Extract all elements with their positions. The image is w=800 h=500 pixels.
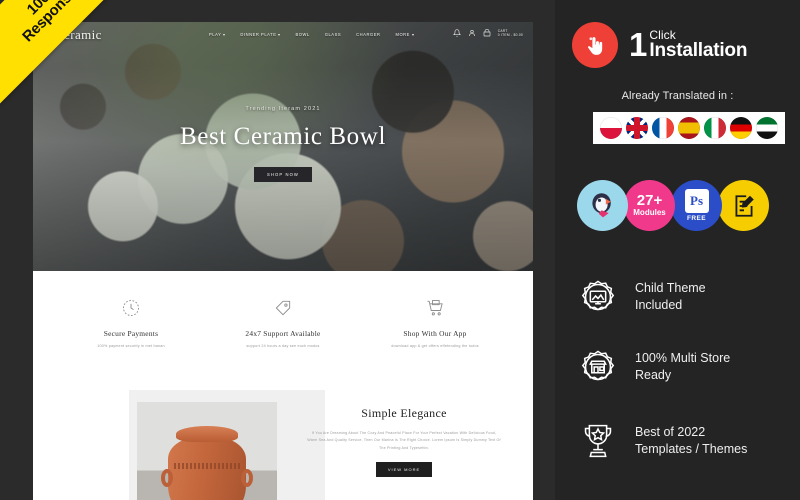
feature-title: Shop With Our App — [403, 329, 467, 338]
flag-germany — [730, 117, 752, 139]
screenshot-root: Ceramic PLAY DINNER PLATE BOWL GLASS CHA… — [0, 0, 800, 500]
info-line-1: Child Theme — [635, 281, 706, 296]
bell-icon[interactable] — [452, 29, 461, 37]
one-click-text-block: 1 Click Installation — [629, 26, 747, 64]
one-click-labels: Click Installation — [649, 29, 747, 62]
feature-subtitle: download app & get offers effetending th… — [391, 344, 479, 348]
flags-container — [593, 112, 785, 144]
features-panel: 1 Click Installation Already Translated … — [555, 0, 800, 500]
header-icon-group: CART 0 ITEM - $0.00 — [452, 29, 523, 37]
cart-icon[interactable] — [483, 29, 491, 37]
info-row-multi-store: 100% Multi Store Ready — [575, 344, 730, 390]
info-line-2: Included — [635, 298, 683, 312]
site-header: Ceramic PLAY DINNER PLATE BOWL GLASS CHA… — [33, 22, 533, 52]
translated-label: Already Translated in : — [621, 90, 734, 102]
cart-total: 0 ITEM - $0.00 — [497, 33, 523, 38]
nav-item-play[interactable]: PLAY — [209, 32, 226, 37]
multi-store-badge-icon — [575, 344, 621, 390]
feature-subtitle: 100% payment security in met banan — [97, 344, 165, 348]
section-title: Simple Elegance — [361, 406, 447, 420]
info-row-best-of-2022: Best of 2022 Templates / Themes — [575, 418, 747, 464]
support-clock-icon — [55, 295, 207, 321]
photoshop-free-badge: Ps FREE — [671, 180, 722, 231]
simple-elegance-copy: Simple Elegance If You Are Dreaming Abou… — [301, 406, 507, 478]
nav-item-dinner-plate[interactable]: DINNER PLATE — [240, 32, 281, 37]
free-label: FREE — [687, 215, 706, 222]
flag-poland — [600, 117, 622, 139]
pot-handle-right — [241, 469, 253, 488]
info-text: Child Theme Included — [635, 280, 706, 314]
main-navigation: PLAY DINNER PLATE BOWL GLASS CHARGER MOR… — [209, 32, 414, 37]
nav-item-more[interactable]: MORE — [395, 32, 414, 37]
modules-label: Modules — [633, 207, 666, 217]
chevron-down-icon — [411, 33, 414, 36]
flag-uae — [756, 117, 778, 139]
chevron-down-icon — [223, 33, 226, 36]
feature-title: Secure Payments — [103, 329, 159, 338]
tag-icon — [207, 295, 359, 321]
hero-title: Best Ceramic Bowl — [179, 123, 386, 150]
hero-section: Ceramic PLAY DINNER PLATE BOWL GLASS CHA… — [33, 22, 533, 271]
chevron-down-icon — [278, 33, 281, 36]
info-line-2: Templates / Themes — [635, 442, 748, 456]
site-preview-panel: Ceramic PLAY DINNER PLATE BOWL GLASS CHA… — [0, 0, 555, 500]
info-text: 100% Multi Store Ready — [635, 350, 730, 384]
feature-secure-payments: Secure Payments 100% payment security in… — [55, 295, 207, 396]
website-mockup: Ceramic PLAY DINNER PLATE BOWL GLASS CHA… — [33, 22, 533, 500]
cart-summary[interactable]: CART 0 ITEM - $0.00 — [498, 29, 523, 37]
simple-elegance-section: Simple Elegance If You Are Dreaming Abou… — [33, 390, 533, 500]
feature-support: 24x7 Support Available support 24 hours … — [207, 295, 359, 396]
info-row-child-theme: Child Theme Included — [575, 274, 706, 320]
feature-subtitle: support 24 hours a day see euch modos — [246, 344, 320, 348]
nav-label: MORE — [395, 32, 410, 37]
features-row: Secure Payments 100% payment security in… — [33, 271, 533, 396]
section-paragraph: If You Are Dreaming About The Cozy And P… — [307, 431, 501, 450]
flag-spain — [678, 117, 700, 139]
one-click-installation: 1 Click Installation — [572, 22, 747, 68]
view-more-button[interactable]: VIEW MORE — [375, 462, 433, 478]
info-line-1: 100% Multi Store — [635, 351, 731, 366]
child-theme-badge-icon — [575, 274, 621, 320]
hero-kicker: Trending Iteram 2021 — [245, 106, 321, 112]
info-line-1: Best of 2022 — [635, 425, 706, 440]
ps-letters: Ps — [690, 193, 703, 208]
prestashop-logo-badge — [577, 180, 628, 231]
ceramic-pot-image — [137, 402, 277, 500]
modules-count: 27+ — [636, 191, 663, 209]
info-text: Best of 2022 Templates / Themes — [635, 424, 747, 458]
one-number: 1 — [629, 26, 648, 64]
feature-app: Shop With Our App download app & get off… — [359, 295, 511, 396]
nav-item-glass[interactable]: GLASS — [325, 32, 341, 37]
hero-copy: Trending Iteram 2021 Best Ceramic Bowl S… — [33, 106, 533, 182]
pot-shape — [161, 437, 253, 500]
nav-label: PLAY — [209, 32, 222, 37]
flag-france — [652, 117, 674, 139]
click-hand-icon — [572, 22, 618, 68]
info-line-2: Ready — [635, 368, 672, 382]
pot-handle-left — [161, 469, 173, 488]
flag-italy — [704, 117, 726, 139]
nav-item-bowl[interactable]: BOWL — [295, 32, 309, 37]
nav-label: DINNER PLATE — [240, 32, 277, 37]
modules-badge: 27+ Modules — [624, 180, 675, 231]
badges-row: 27+ Modules Ps FREE — [577, 180, 769, 231]
cart-gift-icon — [359, 295, 511, 321]
ps-logo-icon: Ps — [684, 189, 709, 213]
flag-united-kingdom — [626, 117, 648, 139]
installation-label: Installation — [649, 40, 748, 62]
shop-now-button[interactable]: SHOP NOW — [254, 167, 312, 182]
user-icon[interactable] — [468, 29, 476, 37]
feature-title: 24x7 Support Available — [245, 329, 321, 338]
trophy-icon — [575, 418, 621, 464]
nav-item-charger[interactable]: CHARGER — [356, 32, 380, 37]
documentation-badge — [718, 180, 769, 231]
